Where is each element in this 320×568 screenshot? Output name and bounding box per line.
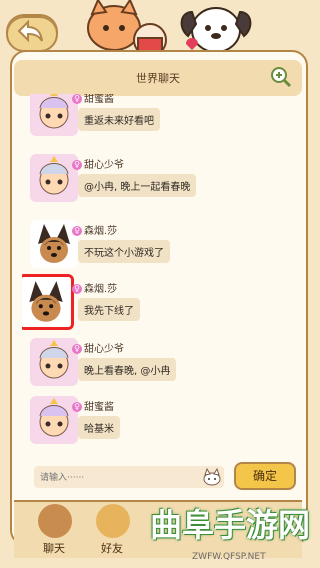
message-bubble: 晚上看春晚, @小冉 <box>78 358 177 381</box>
sender-name: ♀ 甜心少爷 <box>72 156 124 171</box>
dog-avatar-selected[interactable] <box>22 274 74 330</box>
sender-name: ♀ 甜心少爷 <box>72 340 124 355</box>
dog-avatar-icon <box>30 220 78 268</box>
female-icon: ♀ <box>72 94 82 104</box>
dog-avatar[interactable] <box>30 220 78 268</box>
tab-label: 聊天 <box>43 542 65 555</box>
message-bubble: 不玩这个小游戏了 <box>78 240 170 263</box>
chat-planet-icon <box>38 504 72 538</box>
princess-avatar-icon <box>30 94 78 136</box>
page-title: 世界聊天 <box>136 72 180 85</box>
message-bubble: @小冉, 晚上一起看春晚 <box>78 174 197 197</box>
back-arrow-icon <box>17 19 43 43</box>
watermark-url: ZWFW.QFSP.NET <box>192 552 266 562</box>
message-bubble: 我先下线了 <box>78 298 140 321</box>
back-button[interactable] <box>6 14 58 52</box>
female-icon: ♀ <box>72 226 82 236</box>
princess-avatar-icon <box>30 154 78 202</box>
watermark-text: 曲阜手游网 <box>150 506 311 544</box>
female-icon: ♀ <box>72 160 82 170</box>
princess-avatar[interactable] <box>30 338 78 386</box>
zoom-in-icon[interactable] <box>270 66 292 88</box>
message-bubble: 哈基米 <box>78 416 120 439</box>
princess-avatar-icon <box>30 338 78 386</box>
dog-avatar-icon <box>22 277 71 327</box>
chat-header: 世界聊天 <box>14 60 302 96</box>
female-icon: ♀ <box>72 284 82 294</box>
female-icon: ♀ <box>72 402 82 412</box>
sender-name: ♀ 甜蜜酱 <box>72 398 114 413</box>
sender-name: ♀ 森烟.莎 <box>72 280 117 295</box>
chat-message-list[interactable]: ♀ 甜蜜酱 重返未来好看吧 ♀ 甜心少爷 @小冉, 晚上一起看春晚 ♀ 森烟.莎… <box>22 94 304 454</box>
message-input-wrapper <box>34 466 224 490</box>
friends-icon <box>96 504 130 538</box>
sender-name: ♀ 甜蜜酱 <box>72 94 114 105</box>
tab-chat[interactable]: 聊天 <box>24 502 84 558</box>
message-input[interactable] <box>34 466 192 490</box>
sender-name: ♀ 森烟.莎 <box>72 222 117 237</box>
princess-avatar[interactable] <box>30 94 78 136</box>
tab-friends[interactable]: 好友 <box>82 502 142 558</box>
emoji-cat-icon[interactable] <box>202 468 222 486</box>
message-bubble: 重返未来好看吧 <box>78 108 160 131</box>
princess-avatar[interactable] <box>30 154 78 202</box>
tab-label: 好友 <box>101 542 123 555</box>
confirm-button[interactable]: 确定 <box>234 462 296 490</box>
princess-avatar[interactable] <box>30 396 78 444</box>
female-icon: ♀ <box>72 344 82 354</box>
princess-avatar-icon <box>30 396 78 444</box>
